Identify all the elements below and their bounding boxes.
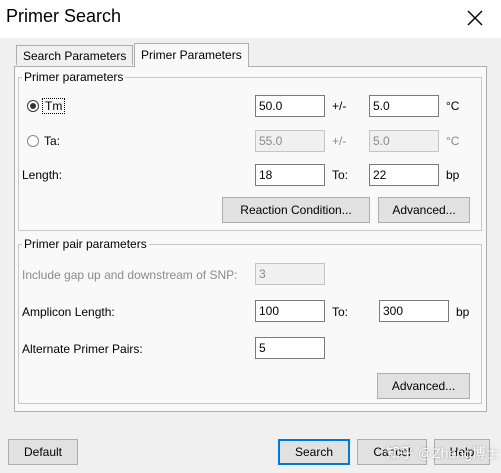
tm-label: Tm [42,98,66,114]
primer-parameters-group-label: Primer parameters [22,70,126,84]
length-unit: bp [446,168,460,182]
alternate-pairs-input[interactable] [255,337,325,359]
alternate-pairs-label: Alternate Primer Pairs: [22,342,143,356]
tab-search-parameters[interactable]: Search Parameters [16,45,134,65]
amplicon-unit: bp [456,305,470,319]
close-icon[interactable] [465,8,485,28]
watermark: 知乎 @Zheng博士 [386,445,500,461]
ta-plus-minus: +/- [332,134,347,148]
primer-pair-parameters-group-label: Primer pair parameters [22,237,149,251]
tm-plus-minus: +/- [332,99,347,113]
ta-unit: °C [446,134,460,148]
tm-value-input[interactable] [255,95,325,117]
default-button[interactable]: Default [8,439,78,465]
gap-input[interactable] [255,263,325,285]
ta-label: Ta: [44,134,61,148]
length-from-input[interactable] [255,164,325,186]
length-to-input[interactable] [369,164,439,186]
amplicon-to-input[interactable] [379,300,449,322]
tm-unit: °C [446,99,460,113]
length-label: Length: [22,168,63,182]
amplicon-length-label: Amplicon Length: [22,305,115,319]
amplicon-to-label: To: [332,305,349,319]
reaction-condition-button[interactable]: Reaction Condition... [222,197,370,223]
ta-value-input[interactable] [255,130,325,152]
tm-tolerance-input[interactable] [369,95,439,117]
primer-advanced-button[interactable]: Advanced... [378,197,470,223]
ta-radio[interactable] [27,135,39,147]
pair-advanced-button[interactable]: Advanced... [377,373,470,399]
gap-label: Include gap up and downstream of SNP: [22,268,238,282]
amplicon-from-input[interactable] [255,300,325,322]
search-button[interactable]: Search [278,439,350,465]
tab-primer-parameters[interactable]: Primer Parameters [134,43,249,67]
ta-tolerance-input[interactable] [369,130,439,152]
window-title: Primer Search [6,6,122,26]
tm-radio[interactable] [27,100,39,112]
length-to-label: To: [332,168,349,182]
